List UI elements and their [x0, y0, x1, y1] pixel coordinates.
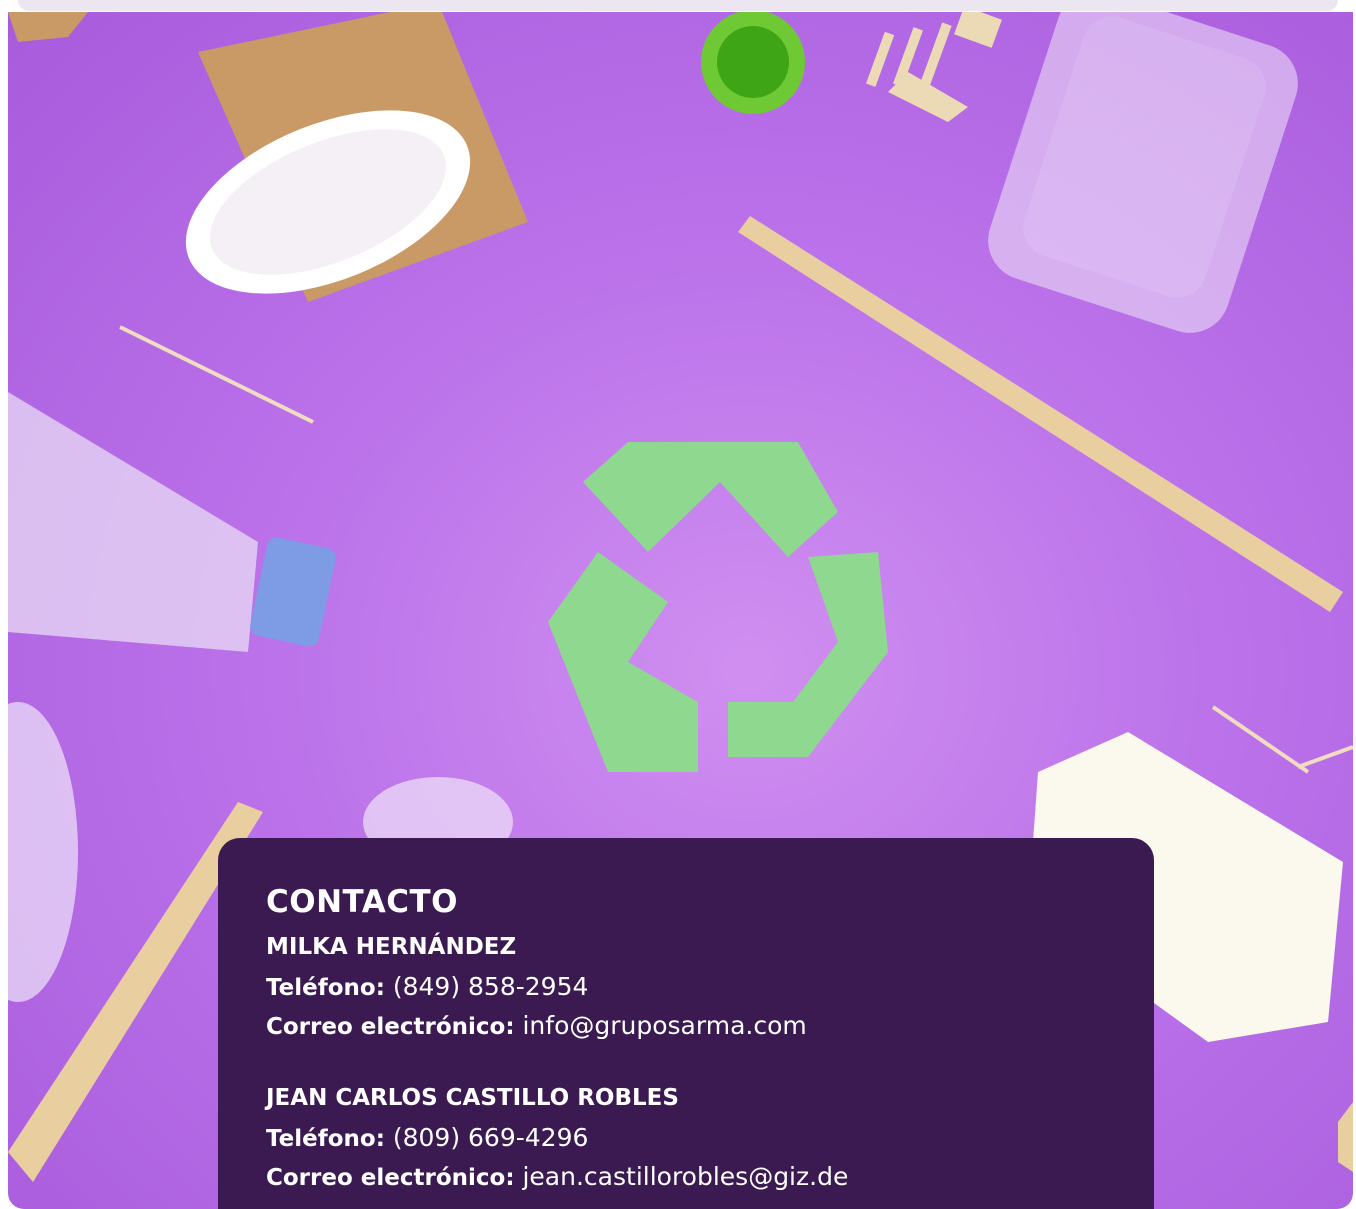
contact-email-line: Correo electrónico: jean.castillorobles@… — [266, 1158, 1106, 1197]
email-label: Correo electrónico: — [266, 1165, 515, 1191]
wooden-fork — [866, 12, 1002, 122]
phone-value[interactable]: (849) 858-2954 — [393, 972, 589, 1001]
contact-name: JEAN CARLOS CASTILLO ROBLES — [266, 1085, 679, 1111]
contact-email-line: Correo electrónico: info@gruposarma.com — [266, 1007, 1106, 1046]
toothpick-left — [119, 325, 314, 424]
phone-value[interactable]: (809) 669-4296 — [393, 1123, 589, 1152]
top-bar — [0, 0, 1356, 12]
recycle-icon — [548, 442, 888, 772]
email-value[interactable]: jean.castillorobles@giz.de — [522, 1162, 848, 1191]
contact-card: CONTACTO MILKA HERNÁNDEZ Teléfono: (849)… — [218, 838, 1154, 1209]
top-bar-strip — [18, 0, 1338, 11]
phone-label: Teléfono: — [266, 1126, 385, 1152]
plastic-lid — [8, 702, 78, 1002]
contact-name: MILKA HERNÁNDEZ — [266, 934, 517, 960]
contact-phone-line: Teléfono: (809) 669-4296 — [266, 1119, 1106, 1158]
email-label: Correo electrónico: — [266, 1014, 515, 1040]
straw-edge-bottomright — [1338, 1102, 1353, 1172]
glass-jar — [988, 12, 1298, 333]
bottle-cap — [701, 12, 805, 114]
paper-cup-topleft — [185, 12, 528, 302]
contact-title: CONTACTO — [266, 884, 459, 920]
phone-label: Teléfono: — [266, 975, 385, 1001]
email-value[interactable]: info@gruposarma.com — [522, 1011, 806, 1040]
toothpick-right-2 — [1297, 745, 1353, 769]
contact-phone-line: Teléfono: (849) 858-2954 — [266, 968, 1106, 1007]
cup-edge-topleft — [8, 12, 88, 42]
plastic-bottle — [8, 392, 336, 652]
toothpick-right — [1211, 705, 1310, 774]
